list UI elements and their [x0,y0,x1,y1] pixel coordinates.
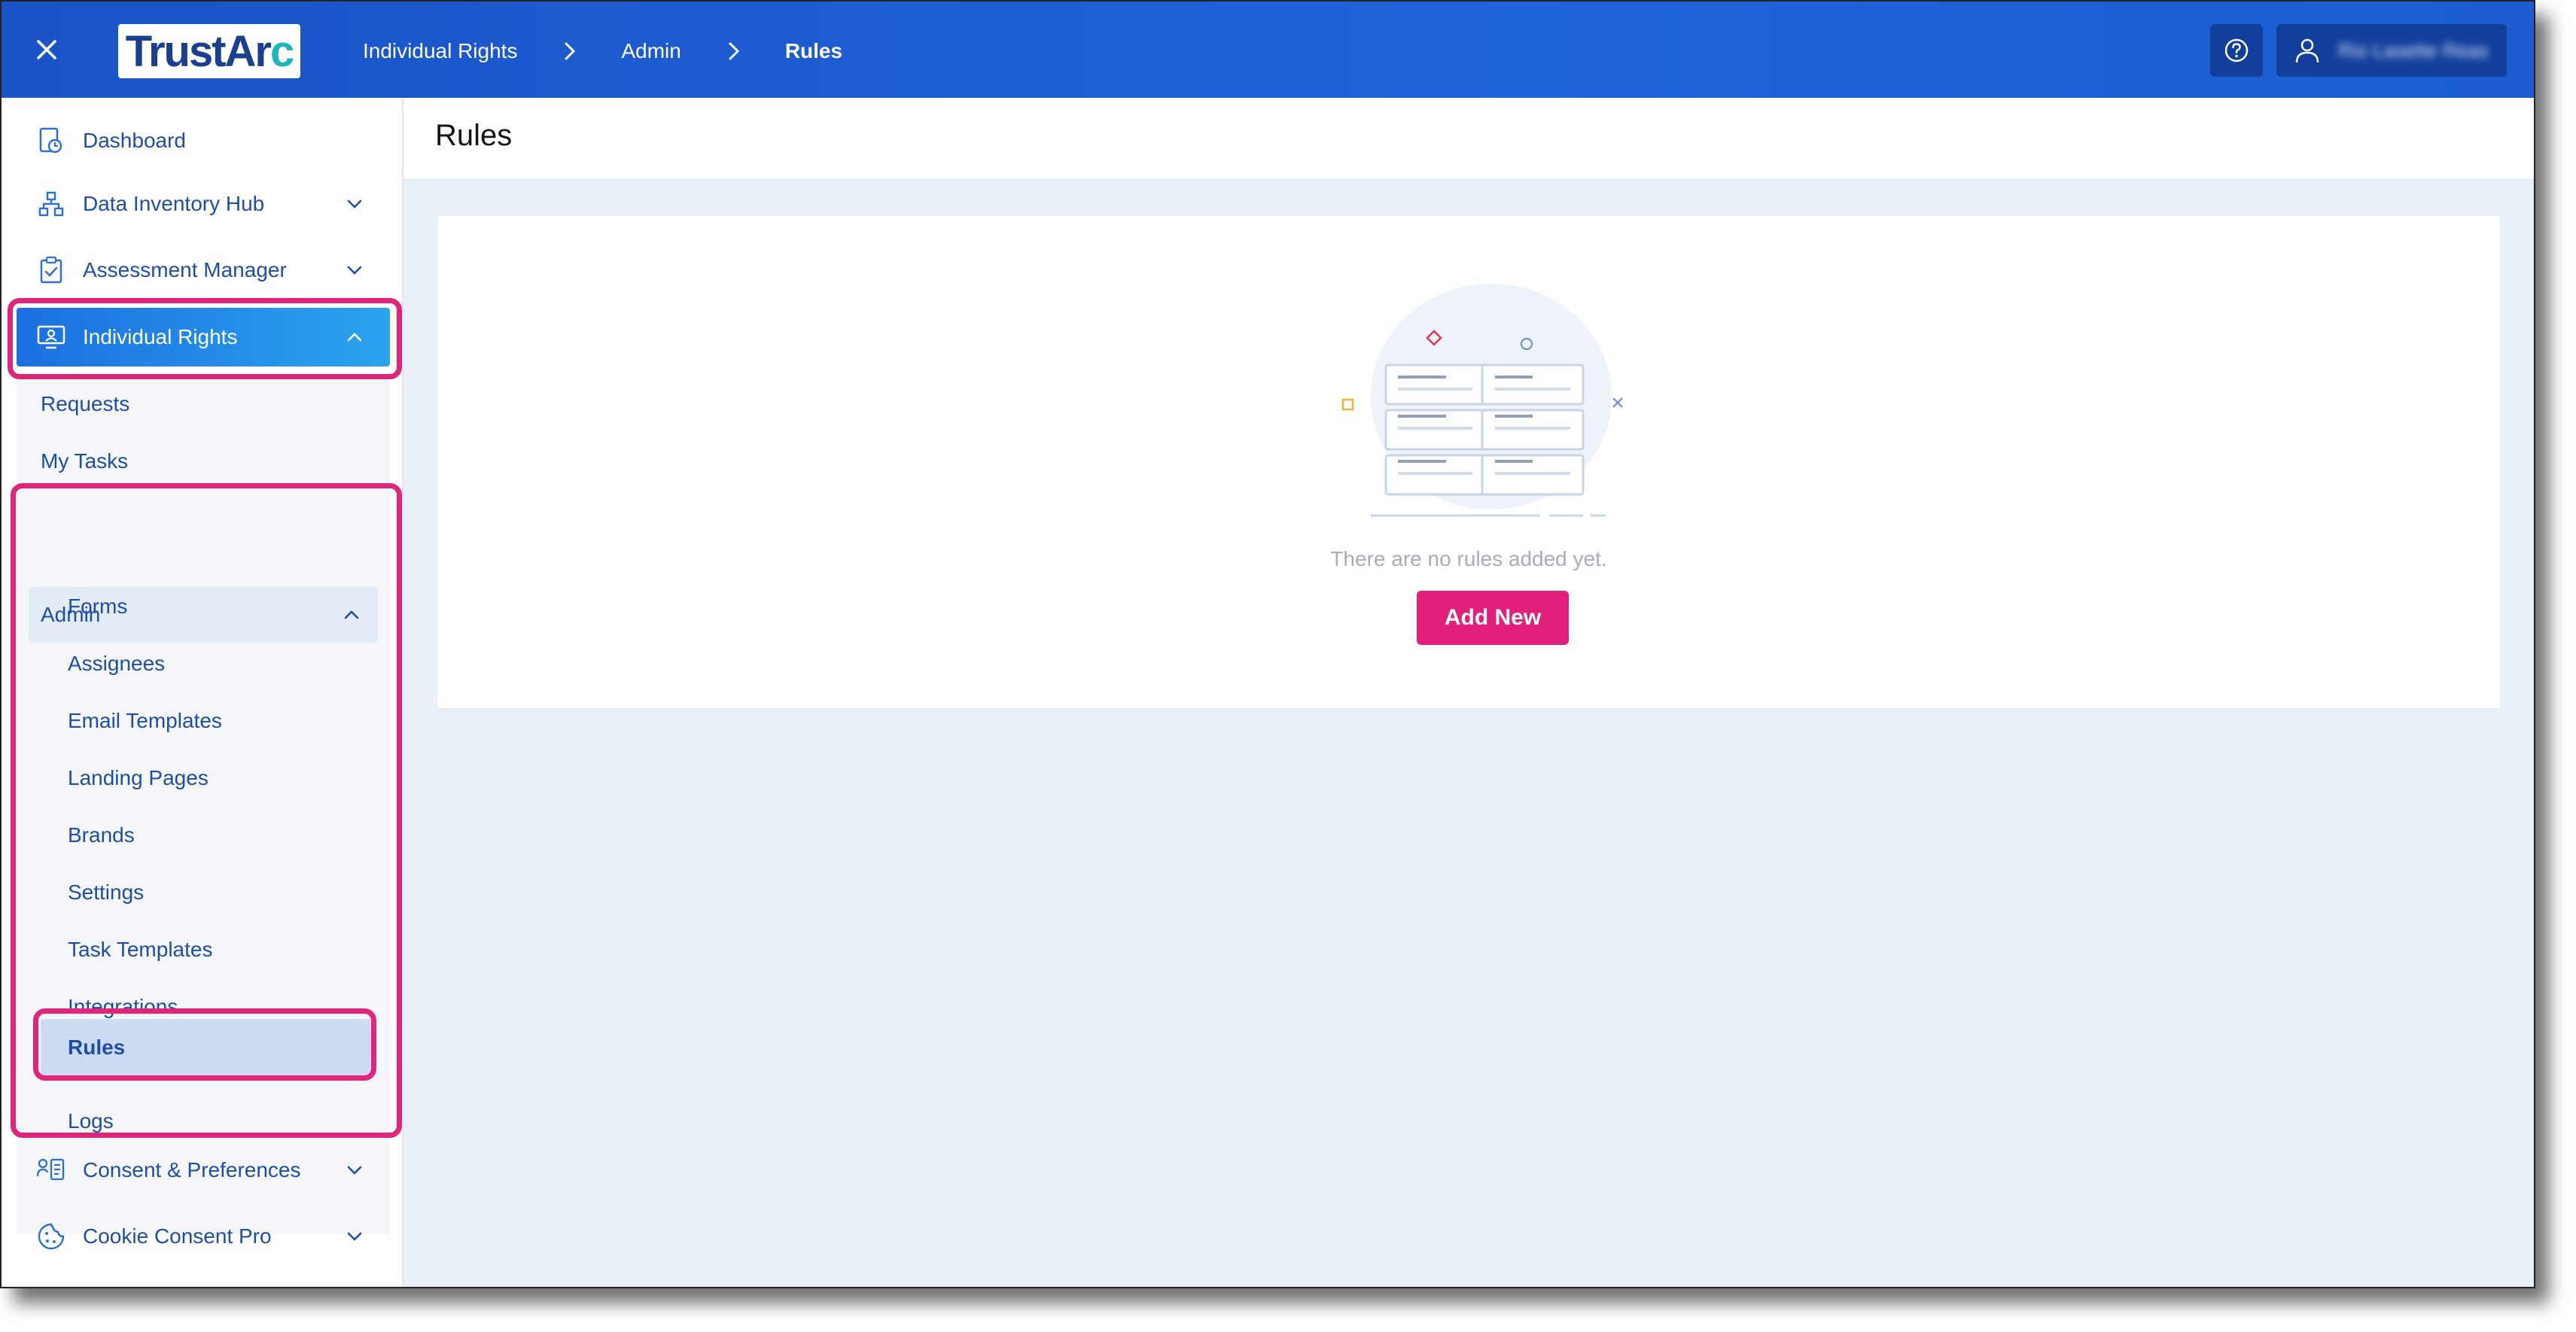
consent-icon [36,1155,66,1185]
page-header: Rules [403,98,2534,180]
admin-item-email-templates[interactable]: Email Templates [41,698,372,744]
sidebar-item-consent-preferences[interactable]: Consent & Preferences [17,1141,390,1200]
trustarc-logo[interactable]: TrustArc [118,24,300,78]
sidebar-item-label: Consent & Preferences [83,1158,301,1181]
chevron-right-icon [564,41,576,61]
sidebar-item-label: Data Inventory Hub [83,192,265,215]
logo-text: TrustArc [125,26,295,76]
admin-item-rules[interactable]: Rules [41,1019,372,1076]
clipboard-check-icon [36,255,66,285]
chevron-right-icon [728,41,740,61]
breadcrumb-individual-rights[interactable]: Individual Rights [363,39,517,63]
sidebar-item-cookie-consent-pro[interactable]: Cookie Consent Pro [17,1207,390,1266]
breadcrumb: Individual Rights Admin Rules [363,35,842,68]
person-screen-icon [36,322,66,352]
chevron-up-icon [347,333,362,342]
admin-item-forms[interactable]: Forms [41,584,372,629]
chevron-down-icon [347,1232,362,1241]
empty-state-card: There are no rules added yet. Add New [437,215,2501,709]
sidebar-item-requests[interactable]: Requests [41,382,129,427]
user-icon [2295,38,2319,63]
sidebar-item-data-inventory-hub[interactable]: Data Inventory Hub [17,175,390,233]
page-title: Rules [435,119,513,152]
breadcrumb-admin[interactable]: Admin [621,39,681,63]
chevron-down-icon [347,1166,362,1175]
hierarchy-icon [36,189,66,219]
admin-item-logs[interactable]: Logs [41,1099,372,1144]
admin-item-landing-pages[interactable]: Landing Pages [41,756,372,801]
chevron-down-icon [347,199,362,208]
admin-item-brands[interactable]: Brands [41,813,372,858]
cookie-icon [36,1221,66,1251]
user-name: Rio Lasette Reas [2338,38,2489,62]
empty-state-message: There are no rules added yet. [1330,547,1607,570]
empty-table-illustration [1341,284,1623,517]
top-bar: TrustArc Individual Rights Admin Rules R… [2,2,2534,98]
sidebar-item-individual-rights[interactable]: Individual Rights [17,308,390,366]
add-new-button[interactable]: Add New [1417,591,1569,645]
sidebar-item-label: Individual Rights [83,325,238,348]
sidebar-item-assessment-manager[interactable]: Assessment Manager [17,241,390,300]
sidebar-item-dashboard[interactable]: Dashboard [17,111,390,170]
sidebar-item-label: Dashboard [83,129,186,152]
chevron-down-icon [347,266,362,275]
admin-item-settings[interactable]: Settings [41,870,372,915]
sidebar: Dashboard Data Inventory Hub Assessment … [2,98,403,1287]
app-window: TrustArc Individual Rights Admin Rules R… [0,0,2535,1288]
help-button[interactable] [2210,24,2263,77]
admin-item-assignees[interactable]: Assignees [41,641,372,686]
main-content: Rules There are no rules added yet. Add … [403,98,2534,1287]
admin-item-task-templates[interactable]: Task Templates [41,927,372,972]
sidebar-item-my-tasks[interactable]: My Tasks [41,439,128,484]
breadcrumb-rules: Rules [784,39,843,62]
close-icon[interactable] [29,32,65,68]
dashboard-icon [36,126,66,156]
sidebar-item-label: Cookie Consent Pro [83,1224,272,1248]
sidebar-item-label: Assessment Manager [83,258,287,281]
user-menu-button[interactable]: Rio Lasette Reas [2276,24,2507,77]
help-icon [2224,38,2249,62]
